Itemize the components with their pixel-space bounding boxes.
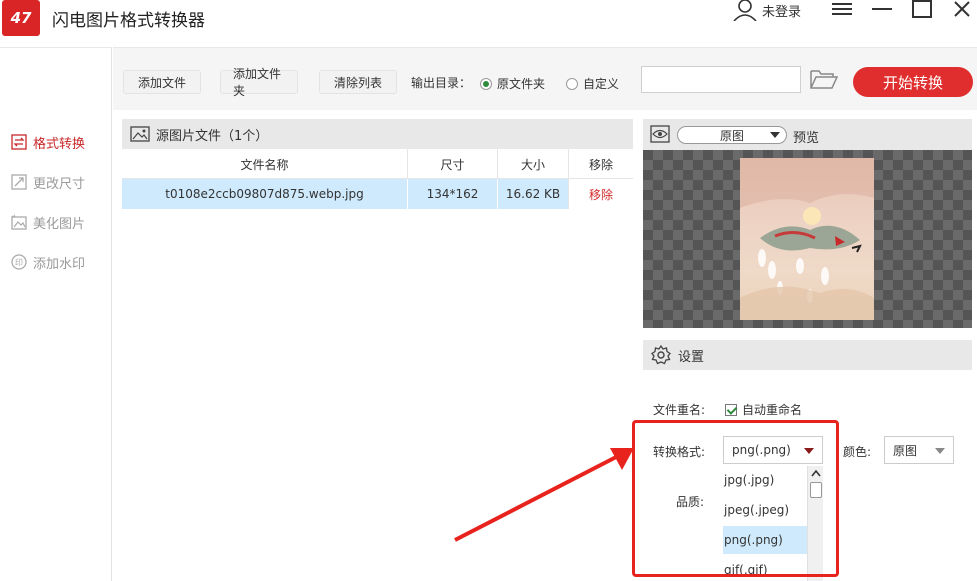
rename-label: 文件重名: <box>653 403 706 417</box>
color-select[interactable]: 原图 <box>884 436 954 464</box>
browse-folder-button[interactable] <box>810 68 839 92</box>
col-header-remove: 移除 <box>568 149 633 179</box>
format-select[interactable]: png(.png) <box>723 436 823 464</box>
minimize-icon <box>872 8 892 10</box>
sidebar-item-resize[interactable]: 更改尺寸 <box>10 172 85 192</box>
app-logo: 47 <box>2 0 40 36</box>
add-file-button[interactable]: 添加文件 <box>123 70 201 94</box>
settings-header: 设置 <box>643 340 972 370</box>
radio-label: 原文件夹 <box>497 77 546 91</box>
preview-header: 原图 预览 <box>643 119 972 150</box>
beautify-icon <box>10 213 28 231</box>
col-header-dimensions: 尺寸 <box>407 149 497 179</box>
user-login[interactable]: 未登录 <box>732 0 802 21</box>
chevron-down-icon <box>935 448 945 454</box>
maximize-icon <box>912 0 932 18</box>
output-dir-label: 输出目录： <box>411 76 472 90</box>
menu-button[interactable] <box>831 0 853 18</box>
format-option-jpeg[interactable]: jpeg(.jpeg) <box>723 496 807 524</box>
watermark-icon: 印 <box>10 253 28 271</box>
auto-rename-checkbox[interactable]: 自动重命名 <box>725 401 802 418</box>
sidebar-item-label: 格式转换 <box>33 136 86 152</box>
user-icon <box>733 0 757 21</box>
sidebar-item-label: 更改尺寸 <box>33 176 86 192</box>
file-table-header: 文件名称 尺寸 大小 移除 <box>122 149 633 179</box>
format-option-gif[interactable]: gif(.gif) <box>723 556 807 581</box>
radio-dot <box>480 77 492 90</box>
checkbox-box <box>725 403 737 416</box>
preview-area <box>643 150 972 328</box>
file-list-title: 源图片文件（1个） <box>156 128 269 144</box>
chevron-down-icon <box>804 448 814 454</box>
sidebar-item-format-convert[interactable]: 格式转换 <box>10 132 85 152</box>
swap-icon <box>10 133 28 151</box>
toolbar: 添加文件 添加文件夹 清除列表 输出目录： 原文件夹 自定义 开始转换 <box>113 47 977 110</box>
file-list-header: 源图片文件（1个） <box>122 119 633 149</box>
resize-icon <box>10 173 28 191</box>
remove-file-link[interactable]: 移除 <box>568 179 633 209</box>
color-label: 颜色: <box>843 445 872 459</box>
radio-dot <box>566 77 578 90</box>
clear-list-button[interactable]: 清除列表 <box>319 70 397 94</box>
col-header-name: 文件名称 <box>240 157 289 172</box>
gear-icon <box>651 345 671 365</box>
chevron-up-icon[interactable] <box>811 469 821 477</box>
close-button[interactable] <box>951 0 973 18</box>
settings-body: 文件重名: 自动重命名 转换格式: png(.png) 颜色: 原图 品质: j… <box>643 370 972 581</box>
folder-open-icon <box>810 70 839 89</box>
radio-custom-folder[interactable]: 自定义 <box>566 75 619 92</box>
format-dropdown: jpg(.jpg) jpeg(.jpeg) png(.png) gif(.gif… <box>723 466 823 581</box>
image-icon <box>130 126 150 142</box>
radio-original-folder[interactable]: 原文件夹 <box>480 75 545 92</box>
eye-icon <box>650 125 670 143</box>
title-bar: 47 闪电图片格式转换器 未登录 <box>0 0 977 46</box>
preview-image <box>740 158 874 320</box>
scrollbar-thumb[interactable] <box>810 482 822 498</box>
file-name-cell: t0108e2ccb09807d875.webp.jpg <box>165 187 364 201</box>
format-select-value: png(.png) <box>732 443 791 457</box>
auto-rename-label: 自动重命名 <box>742 403 803 417</box>
dropdown-scrollbar[interactable] <box>807 466 823 581</box>
file-dimensions-cell: 134*162 <box>407 179 497 209</box>
preview-label: 预览 <box>793 131 820 146</box>
start-convert-button[interactable]: 开始转换 <box>853 67 973 97</box>
preview-mode-value: 原图 <box>719 128 744 143</box>
quality-label: 品质: <box>676 495 705 509</box>
settings-title: 设置 <box>678 349 705 365</box>
add-folder-button[interactable]: 添加文件夹 <box>220 67 298 98</box>
sidebar-item-label: 美化图片 <box>33 216 86 232</box>
color-select-value: 原图 <box>893 443 918 458</box>
close-icon <box>954 1 970 17</box>
file-size-cell: 16.62 KB <box>497 179 568 209</box>
minimize-button[interactable] <box>871 0 893 18</box>
sidebar-item-watermark[interactable]: 印 添加水印 <box>10 252 85 272</box>
format-option-jpg[interactable]: jpg(.jpg) <box>723 466 807 494</box>
col-header-size: 大小 <box>497 149 568 179</box>
maximize-button[interactable] <box>911 0 933 18</box>
output-path-input[interactable] <box>641 66 801 93</box>
chevron-down-icon <box>770 132 780 138</box>
sidebar-item-label: 添加水印 <box>33 256 86 272</box>
file-list-panel: 源图片文件（1个） 文件名称 尺寸 大小 移除 t0108e2ccb09807d… <box>122 119 633 581</box>
format-option-png[interactable]: png(.png) <box>723 526 807 554</box>
sidebar-item-beautify[interactable]: 美化图片 <box>10 212 85 232</box>
app-title: 闪电图片格式转换器 <box>52 11 205 31</box>
menu-icon <box>832 3 852 15</box>
table-row[interactable]: t0108e2ccb09807d875.webp.jpg 134*162 16.… <box>122 179 633 209</box>
format-label: 转换格式: <box>653 445 706 459</box>
svg-text:印: 印 <box>15 258 23 267</box>
user-login-label: 未登录 <box>762 4 802 20</box>
radio-label: 自定义 <box>583 77 620 91</box>
preview-mode-select[interactable]: 原图 <box>677 126 787 144</box>
sidebar: 格式转换 更改尺寸 美化图片 印 添加水印 <box>0 47 112 581</box>
